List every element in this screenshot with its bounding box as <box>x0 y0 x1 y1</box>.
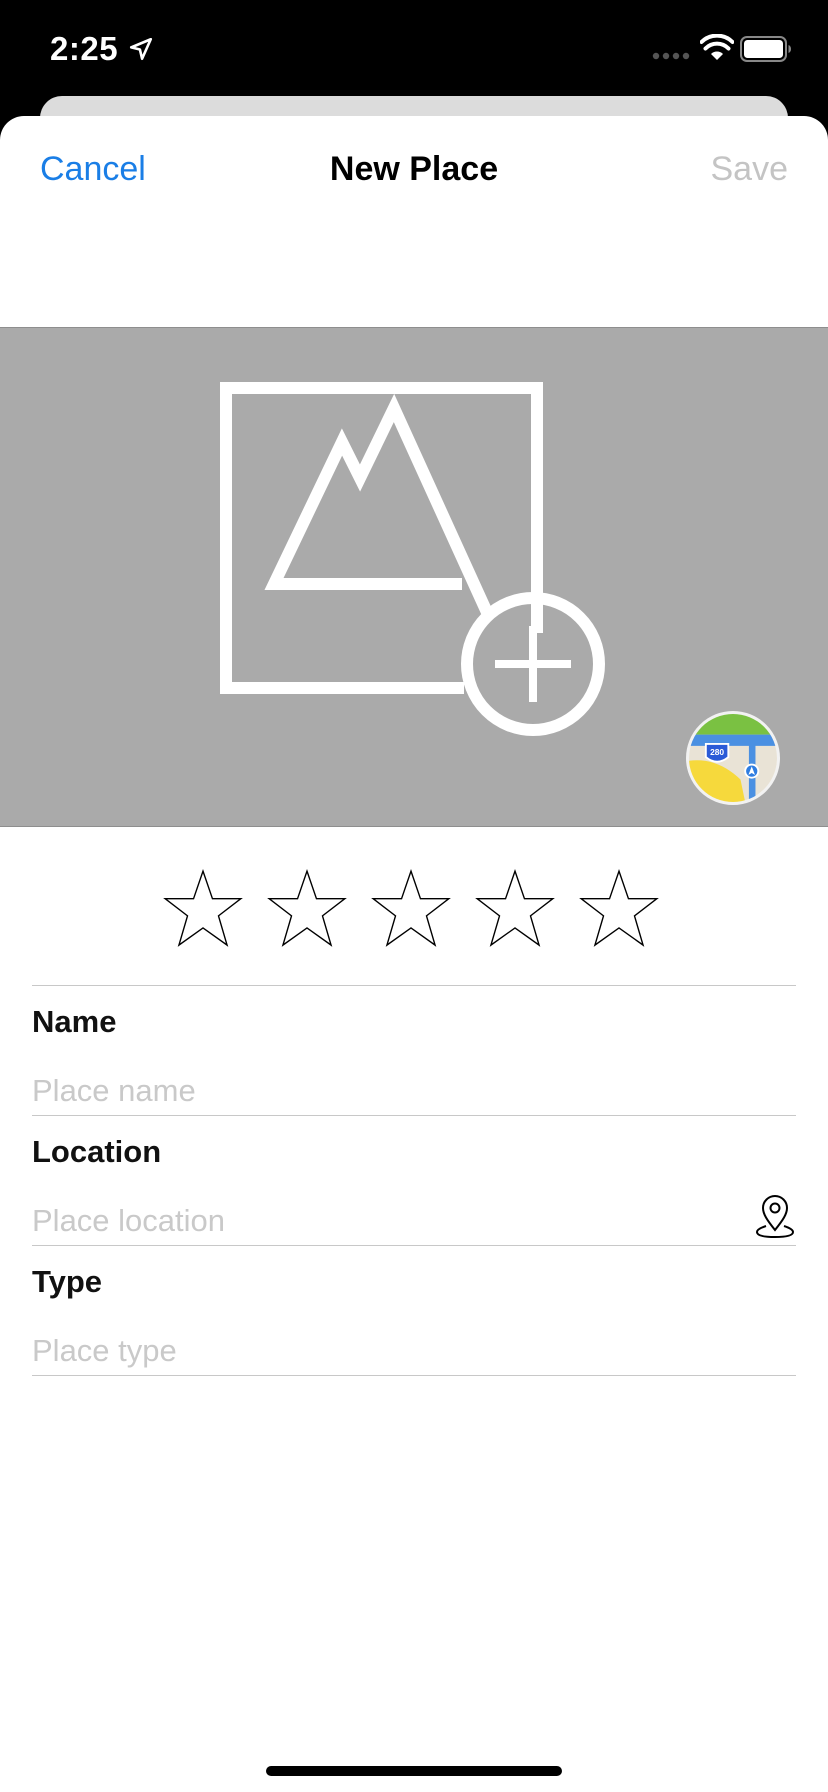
place-image-picker[interactable]: 280 <box>0 327 828 827</box>
star-outline-icon <box>371 869 451 947</box>
rating-star-1[interactable] <box>160 866 246 952</box>
page-title: New Place <box>329 150 499 188</box>
star-outline-icon <box>267 869 347 947</box>
divider <box>32 1115 796 1116</box>
battery-icon <box>740 36 791 62</box>
new-place-sheet: Cancel New Place Save 280 Name Place nam… <box>0 116 828 1792</box>
save-button[interactable]: Save <box>711 150 789 189</box>
divider <box>32 1375 796 1376</box>
location-arrow-icon <box>129 37 153 61</box>
rating-star-4[interactable] <box>472 866 558 952</box>
wifi-icon <box>700 34 734 60</box>
star-outline-icon <box>475 869 555 947</box>
cellular-signal-icon <box>652 52 690 60</box>
maps-shield-text: 280 <box>710 747 724 757</box>
rating-control <box>160 866 662 962</box>
name-field[interactable] <box>32 1066 732 1116</box>
type-label: Type <box>32 1264 103 1299</box>
star-outline-icon <box>579 869 659 947</box>
divider <box>32 985 796 986</box>
map-pin-button[interactable] <box>754 1192 796 1242</box>
location-label: Location <box>32 1134 162 1169</box>
map-pin-icon <box>755 1195 795 1239</box>
star-outline-icon <box>163 869 243 947</box>
rating-star-2[interactable] <box>264 866 350 952</box>
add-photo-icon <box>220 382 605 736</box>
location-field[interactable] <box>32 1196 732 1246</box>
type-field[interactable] <box>32 1326 732 1376</box>
rating-star-3[interactable] <box>368 866 454 952</box>
divider <box>32 1245 796 1246</box>
maps-app-icon: 280 <box>689 714 777 802</box>
status-time: 2:25 <box>50 30 119 67</box>
home-indicator <box>266 1766 562 1776</box>
name-label: Name <box>32 1004 117 1039</box>
rating-star-5[interactable] <box>576 866 662 952</box>
maps-app-button[interactable]: 280 <box>686 711 780 805</box>
status-bar: 2:25 <box>0 0 828 96</box>
